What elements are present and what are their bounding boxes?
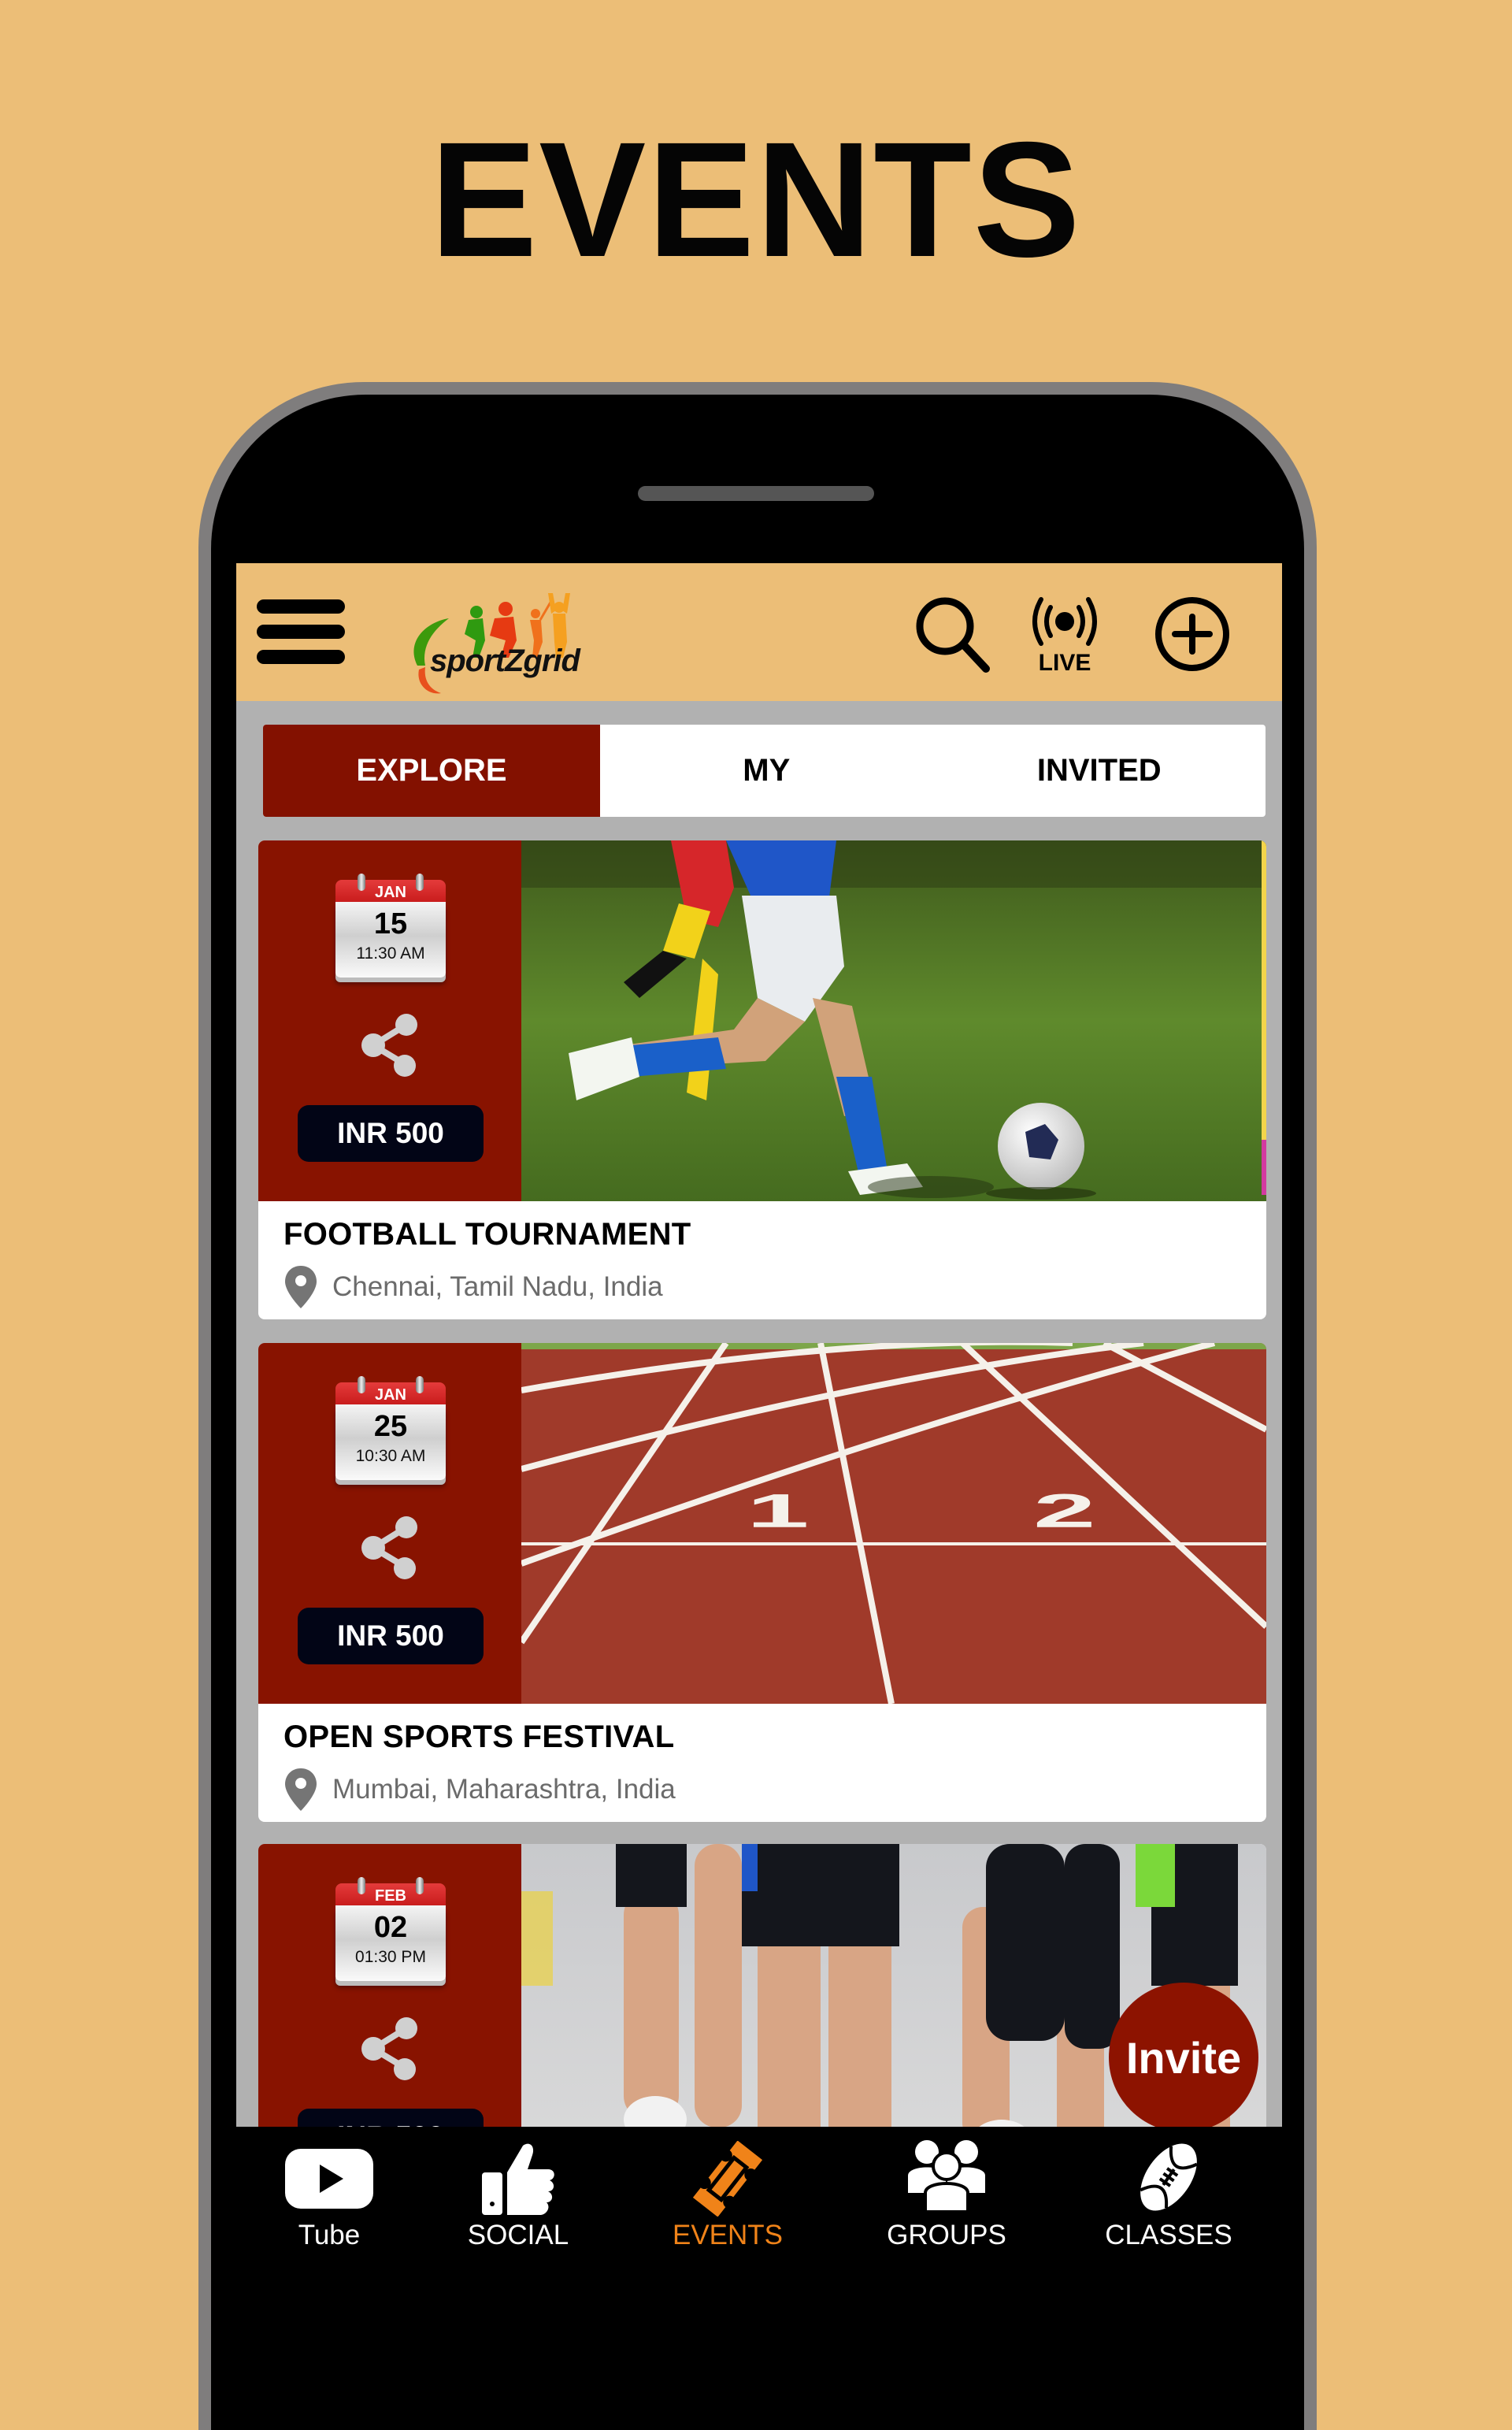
calendar-icon: JAN 25 10:30 AM	[335, 1376, 446, 1488]
running-track-photo[interactable]: 1 2	[521, 1343, 1266, 1704]
event-title: OPEN SPORTS FESTIVAL	[284, 1720, 675, 1754]
nav-classes[interactable]: CLASSES	[1082, 2127, 1255, 2269]
event-tabs: EXPLORE MY INVITED	[263, 725, 1266, 817]
nav-tube[interactable]: Tube	[243, 2127, 416, 2269]
event-time: 11:30 AM	[356, 944, 425, 963]
menu-icon[interactable]	[257, 599, 345, 664]
event-date-panel: JAN 25 10:30 AM INR 500	[258, 1343, 521, 1704]
add-icon[interactable]	[1151, 593, 1233, 675]
share-icon[interactable]	[359, 1515, 422, 1581]
event-card[interactable]: JAN 15 11:30 AM INR 500 FOOTBALL TOURNAM…	[258, 840, 1266, 1319]
event-location: Chennai, Tamil Nadu, India	[284, 1264, 663, 1310]
ticket-icon	[692, 2141, 763, 2217]
nav-social[interactable]: SOCIAL	[432, 2127, 605, 2269]
event-date-panel: JAN 15 11:30 AM INR 500	[258, 840, 521, 1201]
phone-speaker	[638, 486, 874, 501]
play-icon	[285, 2149, 373, 2209]
event-location-text: Chennai, Tamil Nadu, India	[332, 1271, 663, 1302]
tab-invited[interactable]: INVITED	[933, 725, 1266, 817]
event-month: FEB	[335, 1883, 446, 1907]
tab-my[interactable]: MY	[600, 725, 933, 817]
bottom-navigation: Tube SOCIAL EVENTS GROUPS CLASSES	[236, 2127, 1282, 2269]
group-icon	[908, 2140, 985, 2213]
nav-groups[interactable]: GROUPS	[860, 2127, 1033, 2269]
football-icon	[1140, 2143, 1198, 2211]
lane-2-marking: 2	[1033, 1485, 1096, 1538]
search-icon[interactable]	[912, 593, 994, 675]
event-month: JAN	[335, 1382, 446, 1406]
calendar-icon: FEB 02 01:30 PM	[335, 1877, 446, 1989]
event-time: 01:30 PM	[355, 1948, 426, 1966]
app-header: sportZgrid LIVE	[236, 563, 1282, 701]
event-location: Mumbai, Maharashtra, India	[284, 1767, 676, 1812]
thumbs-up-icon	[482, 2143, 554, 2215]
event-day: 15	[373, 907, 408, 940]
nav-groups-label: GROUPS	[887, 2220, 1006, 2250]
app-screen: sportZgrid LIVE EXPLORE MY INVITED JAN 1…	[236, 563, 1282, 2269]
price-badge: INR 500	[298, 1608, 484, 1664]
location-pin-icon	[285, 1266, 317, 1308]
price-badge: INR 500	[298, 1105, 484, 1162]
share-icon[interactable]	[359, 1012, 422, 1078]
invite-button[interactable]: Invite	[1109, 1983, 1258, 2132]
nav-social-label: SOCIAL	[467, 2220, 569, 2250]
event-month: JAN	[335, 880, 446, 903]
logo-athletes-icon	[413, 593, 570, 694]
lane-1-marking: 1	[747, 1485, 810, 1538]
nav-classes-label: CLASSES	[1105, 2220, 1232, 2250]
sportzgrid-logo[interactable]: sportZgrid	[402, 579, 606, 697]
event-title: FOOTBALL TOURNAMENT	[284, 1217, 691, 1252]
nav-tube-label: Tube	[298, 2220, 361, 2250]
event-time: 10:30 AM	[355, 1447, 426, 1465]
share-icon[interactable]	[359, 2016, 422, 2082]
tab-explore[interactable]: EXPLORE	[263, 725, 600, 817]
live-label: LIVE	[1039, 650, 1091, 675]
page-headline: EVENTS	[430, 109, 1082, 291]
logo-text: sportZgrid	[430, 644, 580, 678]
calendar-icon: JAN 15 11:30 AM	[335, 874, 446, 985]
event-location-text: Mumbai, Maharashtra, India	[332, 1774, 676, 1805]
event-card[interactable]: JAN 25 10:30 AM INR 500 1 2 OPEN SPORTS …	[258, 1343, 1266, 1822]
location-pin-icon	[285, 1768, 317, 1811]
nav-events[interactable]: EVENTS	[641, 2127, 814, 2269]
football-players-photo[interactable]	[521, 840, 1266, 1201]
live-icon[interactable]: LIVE	[1028, 593, 1110, 676]
event-day: 25	[373, 1410, 408, 1443]
event-day: 02	[373, 1911, 408, 1944]
nav-events-label: EVENTS	[672, 2220, 784, 2250]
